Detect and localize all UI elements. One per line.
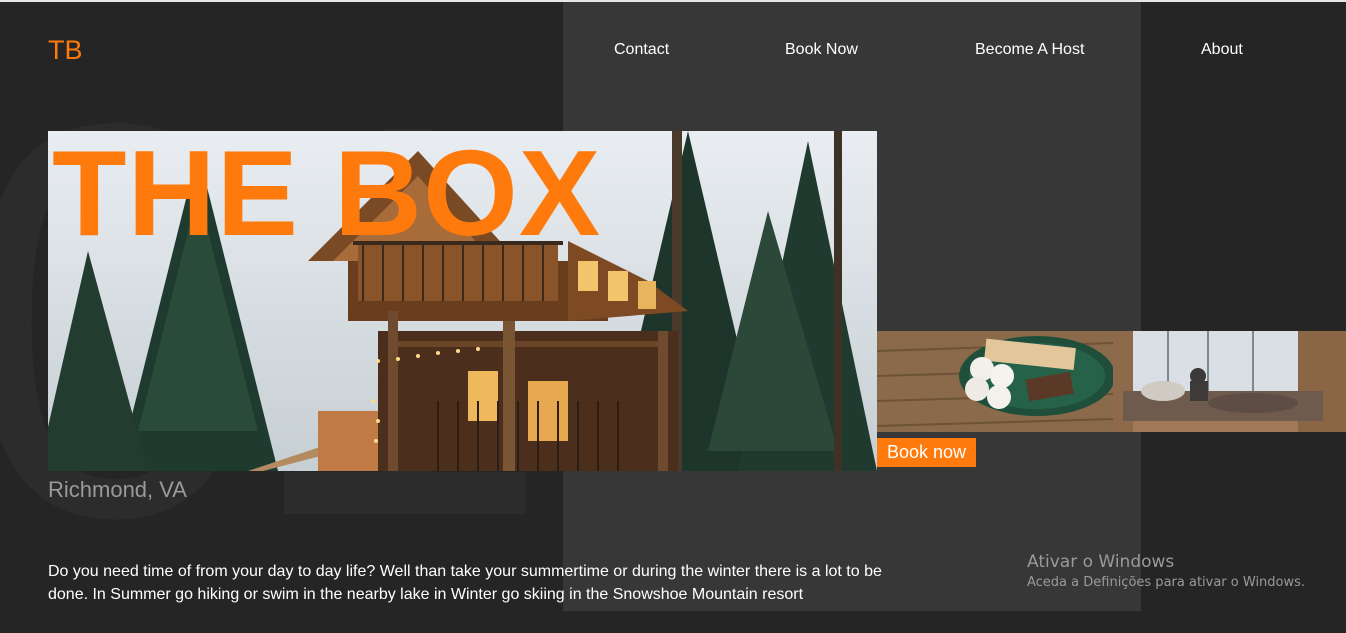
watermark-title: Ativar o Windows xyxy=(1027,552,1175,572)
smores-thumbnail[interactable] xyxy=(877,331,1113,432)
location-text: Richmond, VA xyxy=(48,477,187,502)
nav-about[interactable]: About xyxy=(1201,41,1243,59)
logo[interactable]: TB xyxy=(48,35,83,66)
book-now-button[interactable]: Book now xyxy=(877,438,976,467)
reading-nook-thumbnail[interactable] xyxy=(1113,331,1346,432)
reading-nook-photo xyxy=(1113,331,1346,432)
nav-contact[interactable]: Contact xyxy=(614,41,669,59)
description-text: Do you need time of from your day to day… xyxy=(48,563,882,603)
nav-become-a-host[interactable]: Become A Host xyxy=(975,41,1084,59)
smores-photo xyxy=(877,331,1113,432)
nav-book-now[interactable]: Book Now xyxy=(785,41,858,59)
windows-activation-watermark: Ativar o Windows Aceda a Definições para… xyxy=(1027,551,1305,592)
hero-title: THE BOX xyxy=(52,125,602,261)
watermark-subtitle: Aceda a Definições para ativar o Windows… xyxy=(1027,575,1306,590)
